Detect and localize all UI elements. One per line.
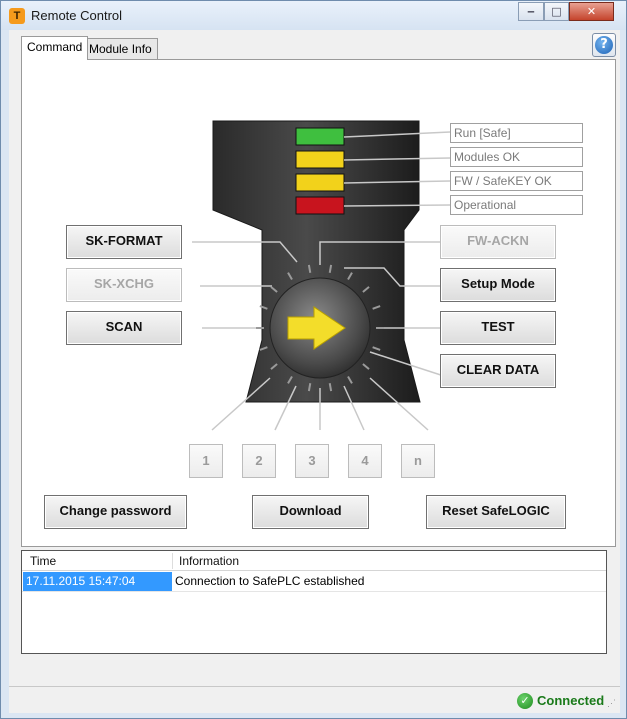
log-info-cell[interactable]: Connection to SafePLC established [175,572,364,591]
command-panel: Run [Safe] Modules OK FW / SafeKEY OK Op… [21,59,616,547]
help-button[interactable]: ? [592,33,616,57]
log-time-cell[interactable]: 17.11.2015 15:47:04 [23,572,172,591]
title-bar[interactable]: T Remote Control ‒ □ ✕ [1,1,626,30]
fw-ackn-button[interactable]: FW-ACKN [440,225,556,259]
scan-button[interactable]: SCAN [66,311,182,345]
tab-command[interactable]: Command [21,36,89,60]
client-area: Command Module Info ? Run [Safe] Modules… [9,30,620,713]
setup-mode-button[interactable]: Setup Mode [440,268,556,302]
status-led [295,173,345,192]
check-circle-icon: ✓ [517,693,533,709]
module-button-4[interactable]: 4 [348,444,382,478]
column-information[interactable]: Information [179,554,239,568]
status-run-safe: Run [Safe] [450,123,583,143]
tab-module-info[interactable]: Module Info [83,38,158,59]
close-button[interactable]: ✕ [569,2,614,21]
event-log[interactable]: Time Information 17.11.2015 15:47:04 Con… [21,550,607,654]
module-button-2[interactable]: 2 [242,444,276,478]
module-button-1[interactable]: 1 [189,444,223,478]
status-led [295,127,345,146]
safelogic-logo-icon[interactable]: T [9,8,25,24]
help-icon: ? [595,36,613,54]
table-row[interactable]: 17.11.2015 15:47:04 Connection to SafePL… [22,572,606,592]
dial-tick [307,382,312,392]
reset-safelogic-button[interactable]: Reset SafeLOGIC [426,495,566,529]
maximize-button[interactable]: □ [544,2,569,21]
connection-status: Connected [537,693,605,708]
change-password-button[interactable]: Change password [44,495,187,529]
minimize-button[interactable]: ‒ [518,2,544,21]
remote-control-window: T Remote Control ‒ □ ✕ Command Module In… [0,0,627,719]
status-bar: ✓ Connected ⋰ [9,686,620,713]
status-led [295,196,345,215]
resize-grip-icon[interactable]: ⋰ [607,699,617,711]
dial-tick [328,382,333,392]
status-led [295,150,345,169]
column-time[interactable]: Time [30,554,56,568]
status-operational: Operational [450,195,583,215]
sk-format-button[interactable]: SK-FORMAT [66,225,182,259]
status-modules-ok: Modules OK [450,147,583,167]
window-title: Remote Control [31,8,123,23]
test-button[interactable]: TEST [440,311,556,345]
module-button-n[interactable]: n [401,444,435,478]
dial-tick [328,264,333,274]
sk-xchg-button[interactable]: SK-XCHG [66,268,182,302]
column-divider[interactable] [172,553,173,569]
dial-tick [307,264,312,274]
download-button[interactable]: Download [252,495,369,529]
status-fw-safekey-ok: FW / SafeKEY OK [450,171,583,191]
module-button-3[interactable]: 3 [295,444,329,478]
log-header: Time Information [22,551,606,571]
clear-data-button[interactable]: CLEAR DATA [440,354,556,388]
